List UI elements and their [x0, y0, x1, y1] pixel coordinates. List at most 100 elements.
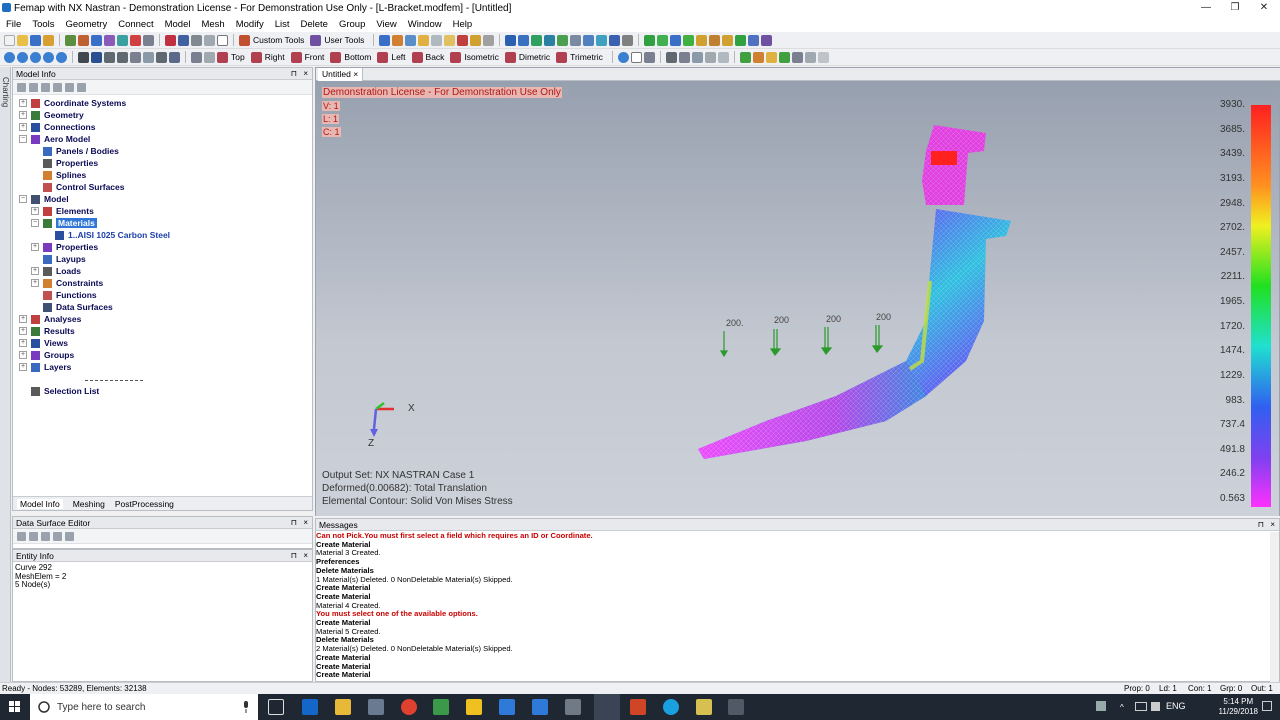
tree-item[interactable]: Functions: [43, 289, 97, 301]
options-icon[interactable]: [470, 34, 482, 46]
tree-item[interactable]: + Results: [19, 325, 75, 337]
window-icon[interactable]: [217, 34, 228, 46]
select-all-icon[interactable]: [704, 51, 716, 63]
tree-item[interactable]: + Groups: [19, 349, 74, 361]
custom-tools-button[interactable]: Custom Tools: [253, 35, 304, 45]
expand-icon[interactable]: +: [19, 363, 27, 371]
ds-options-icon[interactable]: [65, 531, 74, 541]
clip-icon[interactable]: [748, 34, 760, 46]
top-view-button[interactable]: Top: [231, 52, 245, 62]
vector-icon[interactable]: [609, 34, 621, 46]
tree-expand-icon[interactable]: [29, 82, 38, 92]
tree-item[interactable]: Selection List: [31, 385, 99, 397]
close-button[interactable]: ✕: [1248, 0, 1280, 16]
taskbar-clock[interactable]: 5:14 PM 11/29/2018: [1219, 697, 1258, 717]
menu-mesh[interactable]: Mesh: [201, 19, 224, 30]
app-m-icon[interactable]: [466, 699, 482, 715]
menu-group[interactable]: Group: [339, 19, 365, 30]
tree-item[interactable]: Splines: [43, 169, 86, 181]
save-icon[interactable]: [30, 34, 41, 46]
tree-filter-icon[interactable]: [53, 82, 62, 92]
pin-icon[interactable]: ⊓: [291, 550, 297, 562]
app-icon[interactable]: [368, 699, 384, 715]
dimetric-view-button[interactable]: Dimetric: [519, 52, 550, 62]
tree-item[interactable]: + Analyses: [19, 313, 81, 325]
expand-icon[interactable]: +: [31, 207, 39, 215]
open-icon[interactable]: [17, 34, 28, 46]
charting-tab[interactable]: Charting: [1, 77, 10, 107]
tree-item[interactable]: Data Surfaces: [43, 301, 113, 313]
microphone-icon[interactable]: [242, 701, 250, 713]
model-viewport[interactable]: Demonstration License - For Demonstratio…: [316, 81, 1279, 516]
right-view-button[interactable]: Right: [265, 52, 285, 62]
pan-down-icon[interactable]: [56, 51, 67, 63]
expand-icon[interactable]: +: [19, 339, 27, 347]
tool-icon[interactable]: [722, 34, 734, 46]
notification-icon[interactable]: [1262, 701, 1272, 711]
autoscale-icon[interactable]: [91, 51, 102, 63]
calculator-icon[interactable]: [565, 699, 581, 715]
expand-icon[interactable]: +: [31, 243, 39, 251]
tree-item[interactable]: + Loads: [31, 265, 81, 277]
ds-delete-icon[interactable]: [41, 531, 50, 541]
print-icon[interactable]: [43, 34, 54, 46]
menu-connect[interactable]: Connect: [118, 19, 153, 30]
pin-icon[interactable]: ⊓: [291, 517, 297, 529]
tab-model-info[interactable]: Model Info: [17, 498, 63, 509]
menu-list[interactable]: List: [275, 19, 290, 30]
tree-collapse-icon[interactable]: [41, 82, 50, 92]
section-icon[interactable]: [583, 34, 595, 46]
trimetric-view-button[interactable]: Trimetric: [570, 52, 603, 62]
menu-help[interactable]: Help: [453, 19, 473, 30]
close-icon[interactable]: ×: [1270, 519, 1275, 531]
iso-icon[interactable]: [596, 34, 608, 46]
view-rotate-icon[interactable]: [204, 51, 215, 63]
workplane-icon[interactable]: [670, 34, 682, 46]
help-icon[interactable]: [761, 34, 773, 46]
select-icon[interactable]: [165, 34, 176, 46]
collapse-icon[interactable]: −: [31, 219, 39, 227]
text-icon[interactable]: [696, 34, 708, 46]
tree-item[interactable]: Panels / Bodies: [43, 145, 119, 157]
tree-item[interactable]: + Elements: [31, 205, 94, 217]
pan-right-icon[interactable]: [30, 51, 41, 63]
people-icon[interactable]: [1096, 701, 1106, 711]
box-select-icon[interactable]: [678, 51, 690, 63]
measure-icon[interactable]: [709, 34, 721, 46]
collapse-icon[interactable]: −: [19, 135, 27, 143]
load-icon[interactable]: [104, 34, 115, 46]
tree-item[interactable]: + Connections: [19, 121, 95, 133]
excel-icon[interactable]: [433, 699, 449, 715]
mesh-icon[interactable]: [91, 34, 102, 46]
zoom-in-icon[interactable]: [104, 51, 115, 63]
mesh-remesh-icon[interactable]: [804, 51, 816, 63]
user-tools-button[interactable]: User Tools: [324, 35, 364, 45]
labels-icon[interactable]: [444, 34, 456, 46]
zoom-icon[interactable]: [78, 51, 89, 63]
chrome-icon[interactable]: [401, 699, 417, 715]
select-mode-icon[interactable]: [665, 51, 677, 63]
polygon-select-icon[interactable]: [691, 51, 703, 63]
menu-modify[interactable]: Modify: [236, 19, 264, 30]
volume-icon[interactable]: [1151, 702, 1160, 711]
new-icon[interactable]: [4, 34, 15, 46]
shade-icon[interactable]: [405, 34, 417, 46]
ds-edit-icon[interactable]: [29, 531, 38, 541]
expand-icon[interactable]: +: [19, 327, 27, 335]
animate-icon[interactable]: [544, 34, 556, 46]
expand-icon[interactable]: +: [19, 315, 27, 323]
view-style-icon[interactable]: [379, 34, 391, 46]
show-icon[interactable]: [418, 34, 430, 46]
layers-icon[interactable]: [483, 34, 495, 46]
femap-active-icon[interactable]: [594, 694, 620, 720]
tree-toggle-icon[interactable]: [17, 82, 26, 92]
mesh-control-icon[interactable]: [765, 51, 777, 63]
tree-item[interactable]: Layups: [43, 253, 86, 265]
tree-item[interactable]: − Model: [19, 193, 69, 205]
collapse-icon[interactable]: −: [19, 195, 27, 203]
task-view-icon[interactable]: [268, 699, 284, 715]
group-set-icon[interactable]: [657, 34, 669, 46]
tree-item[interactable]: − Aero Model: [19, 133, 90, 145]
expand-icon[interactable]: +: [31, 267, 39, 275]
isometric-view-button[interactable]: Isometric: [464, 52, 498, 62]
